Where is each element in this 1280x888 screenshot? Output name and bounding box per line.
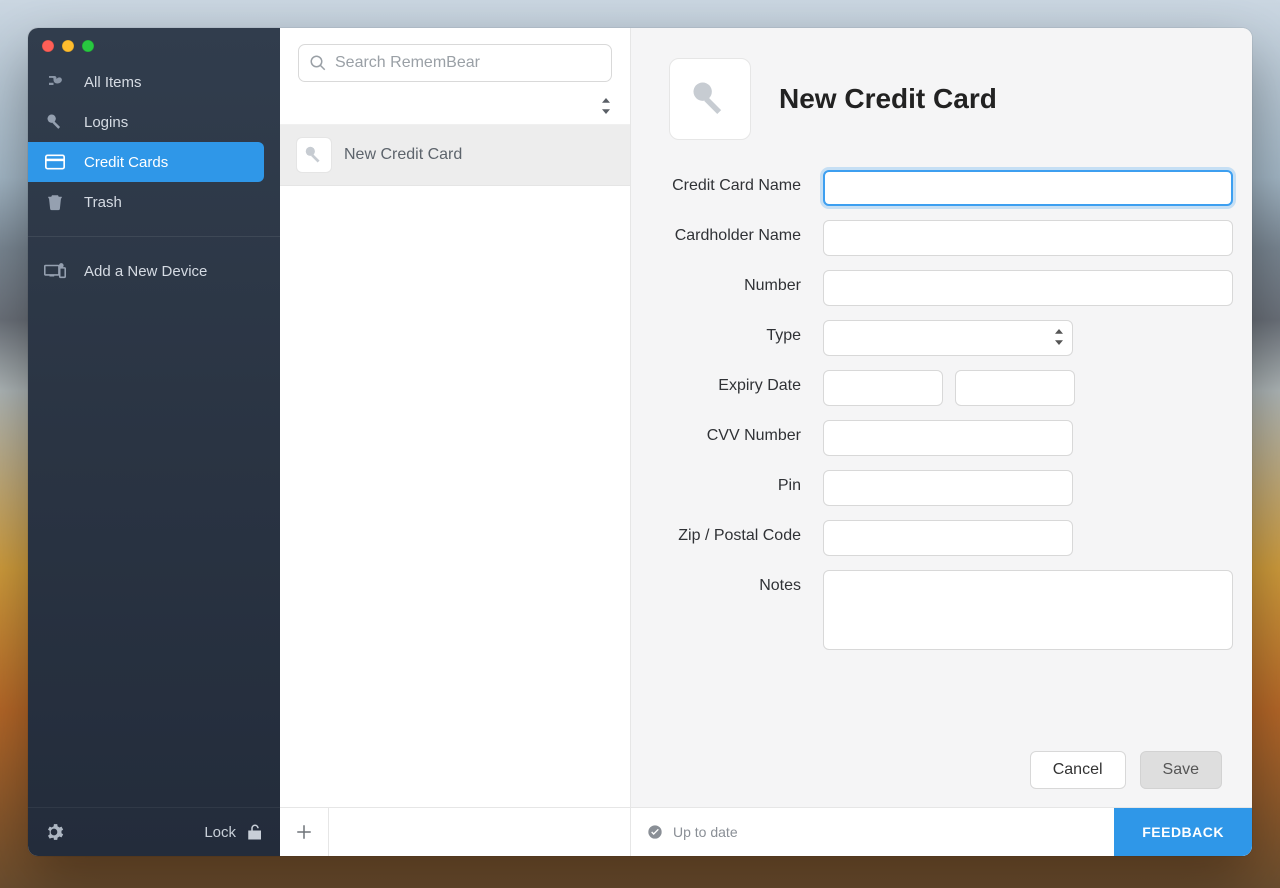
sidebar-item-credit-cards[interactable]: Credit Cards [28, 142, 264, 182]
settings-button[interactable] [44, 822, 64, 842]
devices-icon [44, 262, 66, 280]
card-number-input[interactable] [823, 270, 1233, 306]
detail-thumb [669, 58, 751, 140]
items-list: New Credit Card [280, 125, 630, 807]
window-controls [28, 28, 280, 58]
lock-label: Lock [204, 824, 236, 841]
sidebar-item-label: Credit Cards [84, 154, 168, 171]
notes-textarea[interactable] [823, 570, 1233, 650]
zoom-window-button[interactable] [82, 40, 94, 52]
detail-footer: Up to date FEEDBACK [631, 807, 1252, 856]
sidebar-add-device[interactable]: Add a New Device [28, 251, 280, 291]
sidebar-item-label: Add a New Device [84, 263, 207, 280]
search-icon [309, 54, 327, 72]
feedback-button[interactable]: FEEDBACK [1114, 808, 1252, 856]
credit-card-name-input[interactable] [823, 170, 1233, 206]
save-button[interactable]: Save [1140, 751, 1222, 789]
cancel-button[interactable]: Cancel [1030, 751, 1126, 789]
label-notes: Notes [631, 570, 801, 595]
sync-status-text: Up to date [673, 824, 738, 840]
sidebar: All Items Logins Credit Cards Trash [28, 28, 280, 856]
app-logo-icon [44, 73, 66, 91]
detail-header: New Credit Card [631, 28, 1252, 160]
items-footer [280, 807, 630, 856]
list-item[interactable]: New Credit Card [280, 125, 630, 186]
search-wrap [280, 28, 630, 88]
add-item-button[interactable] [280, 808, 329, 856]
item-title: New Credit Card [344, 146, 462, 164]
sidebar-footer: Lock [28, 807, 280, 856]
pin-input[interactable] [823, 470, 1073, 506]
trash-icon [44, 192, 66, 212]
sidebar-item-label: All Items [84, 74, 142, 91]
search-field[interactable] [298, 44, 612, 82]
sidebar-item-label: Logins [84, 114, 128, 131]
items-column: New Credit Card [280, 28, 631, 856]
sort-icon [600, 98, 612, 114]
unlock-icon [246, 822, 264, 842]
chevron-updown-icon [1054, 329, 1064, 345]
expiry-month-input[interactable] [823, 370, 943, 406]
sidebar-item-all-items[interactable]: All Items [28, 62, 280, 102]
credit-card-icon [44, 154, 66, 170]
label-number: Number [631, 270, 801, 295]
app-window: All Items Logins Credit Cards Trash [28, 28, 1252, 856]
sidebar-item-label: Trash [84, 194, 122, 211]
item-thumb [296, 137, 332, 173]
label-cardholder-name: Cardholder Name [631, 220, 801, 245]
sidebar-item-logins[interactable]: Logins [28, 102, 280, 142]
expiry-year-input[interactable] [955, 370, 1075, 406]
search-input[interactable] [327, 53, 601, 73]
cvv-input[interactable] [823, 420, 1073, 456]
key-icon [688, 77, 732, 121]
label-pin: Pin [631, 470, 801, 495]
sidebar-item-trash[interactable]: Trash [28, 182, 280, 222]
sidebar-separator [28, 236, 280, 237]
detail-actions: Cancel Save [631, 741, 1252, 807]
detail-title: New Credit Card [779, 83, 997, 115]
detail-pane: New Credit Card Credit Card Name Cardhol… [631, 28, 1252, 856]
check-circle-icon [647, 824, 663, 840]
close-window-button[interactable] [42, 40, 54, 52]
card-type-select[interactable] [823, 320, 1073, 356]
zip-input[interactable] [823, 520, 1073, 556]
sort-button[interactable] [600, 98, 612, 114]
sort-row [280, 88, 630, 125]
label-expiry-date: Expiry Date [631, 370, 801, 395]
lock-button[interactable]: Lock [204, 822, 264, 842]
label-zip: Zip / Postal Code [631, 520, 801, 545]
label-cvv-number: CVV Number [631, 420, 801, 445]
key-icon [44, 112, 66, 132]
plus-icon [295, 823, 313, 841]
label-credit-card-name: Credit Card Name [631, 170, 801, 195]
cardholder-name-input[interactable] [823, 220, 1233, 256]
credit-card-form: Credit Card Name Cardholder Name Number … [631, 160, 1252, 660]
label-type: Type [631, 320, 801, 345]
minimize-window-button[interactable] [62, 40, 74, 52]
key-icon [303, 144, 325, 166]
sidebar-nav: All Items Logins Credit Cards Trash [28, 58, 280, 291]
